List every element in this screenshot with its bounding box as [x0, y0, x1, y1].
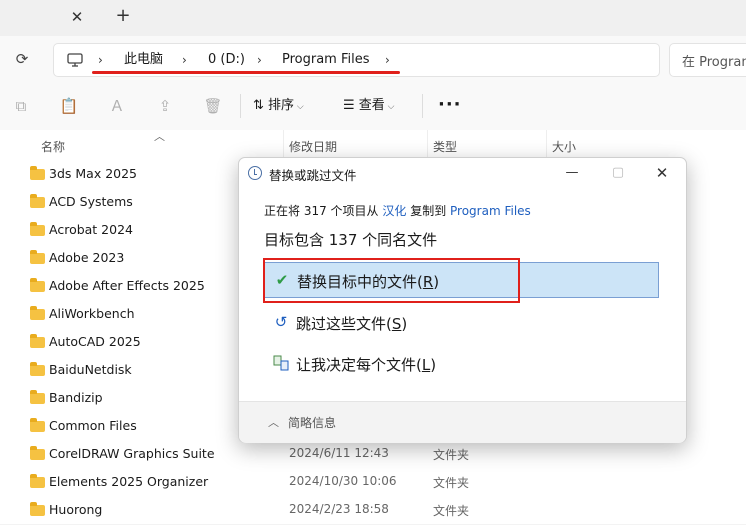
breadcrumb-this-pc[interactable]: 此电脑	[124, 51, 163, 69]
file-name: Elements 2025 Organizer	[49, 474, 209, 489]
fewer-details-toggle[interactable]: 简略信息	[288, 414, 336, 431]
table-row[interactable]: CorelDRAW Graphics Suite 2024/6/11 12:43 文…	[0, 441, 746, 469]
view-button[interactable]: ☰ 查看 ⌵	[343, 96, 395, 116]
file-type: 文件夹	[433, 476, 470, 490]
folder-icon	[30, 502, 45, 516]
breadcrumb-chevron-icon[interactable]: ›	[98, 51, 103, 69]
file-name: Huorong	[49, 502, 103, 517]
folder-icon	[30, 418, 45, 432]
file-name: AliWorkbench	[49, 306, 135, 321]
toolbar-divider	[422, 94, 423, 118]
sort-icon: ⇅	[253, 98, 269, 113]
decide-each-option[interactable]: 让我决定每个文件(L)	[263, 346, 659, 382]
file-name: AutoCAD 2025	[49, 334, 141, 349]
column-header-size[interactable]: 大小	[552, 136, 576, 158]
file-name: Adobe After Effects 2025	[49, 278, 205, 293]
chevron-down-icon: ⌵	[294, 102, 304, 112]
folder-icon	[30, 222, 45, 236]
dialog-title: 替换或跳过文件	[269, 168, 357, 183]
folder-icon	[30, 446, 45, 460]
file-name: Common Files	[49, 418, 137, 433]
maximize-icon[interactable]: ▢	[608, 163, 628, 183]
file-name: 3ds Max 2025	[49, 166, 138, 181]
tab-strip: ✕ +	[0, 0, 746, 36]
folder-icon	[30, 278, 45, 292]
file-modified-date: 2024/10/30 10:06	[289, 474, 397, 488]
close-icon[interactable]: ✕	[652, 163, 672, 183]
delete-icon[interactable]: 🗑	[203, 96, 223, 116]
folder-icon	[30, 250, 45, 264]
column-divider[interactable]	[427, 130, 428, 158]
column-divider[interactable]	[283, 130, 284, 158]
dialog-footer: ︿ 简略信息	[239, 401, 686, 443]
conflict-summary: 目标包含 137 个同名文件	[264, 231, 438, 249]
file-name: Bandizip	[49, 390, 103, 405]
search-input[interactable]: 在 Program	[682, 51, 746, 70]
file-name: ACD Systems	[49, 194, 133, 209]
tab-close-icon[interactable]: ✕	[68, 8, 86, 26]
search-box[interactable]: 在 Program	[669, 43, 746, 77]
destination-folder-link[interactable]: Program Files	[450, 204, 531, 218]
file-name: BaiduNetdisk	[49, 362, 132, 377]
file-name: CorelDRAW Graphics Suite	[49, 446, 215, 461]
share-icon[interactable]: ⇪	[155, 96, 175, 116]
paste-icon[interactable]: 📋	[59, 96, 79, 116]
new-tab-icon[interactable]: +	[113, 6, 133, 26]
skip-files-option[interactable]: ↺ 跳过这些文件(S)	[263, 305, 659, 341]
clock-icon	[248, 166, 262, 180]
column-header-modified[interactable]: 修改日期	[289, 136, 337, 158]
rename-icon[interactable]: Ａ	[107, 96, 127, 116]
chevron-down-icon: ⌵	[384, 102, 395, 112]
breadcrumb-chevron-icon[interactable]: ›	[182, 51, 187, 69]
folder-icon	[30, 474, 45, 488]
file-name: Adobe 2023	[49, 250, 125, 265]
column-header-name[interactable]: 名称	[41, 136, 65, 158]
cut-icon[interactable]: ⧉	[11, 96, 31, 116]
folder-icon	[30, 166, 45, 180]
breadcrumb-chevron-icon[interactable]: ›	[257, 51, 262, 69]
minimize-icon[interactable]: —	[562, 163, 582, 183]
column-divider[interactable]	[546, 130, 547, 158]
folder-icon	[30, 306, 45, 320]
compare-files-icon	[273, 355, 289, 371]
file-type: 文件夹	[433, 448, 470, 462]
file-modified-date: 2024/6/11 12:43	[289, 446, 389, 460]
command-bar: ⧉ 📋 Ａ ⇪ 🗑 ⇅ 排序 ⌵ ☰ 查看 ⌵ ···	[0, 82, 746, 131]
file-type: 文件夹	[433, 504, 470, 518]
toolbar-divider	[240, 94, 241, 118]
copy-progress-text: 正在将 317 个项目从 汉化 复制到 Program Files	[264, 204, 531, 218]
skip-arrow-icon: ↺	[274, 313, 288, 331]
file-modified-date: 2024/2/23 18:58	[289, 502, 389, 516]
dialog-titlebar[interactable]: 替换或跳过文件 — ▢ ✕	[239, 158, 686, 188]
source-folder-link[interactable]: 汉化	[382, 204, 406, 218]
sort-up-icon: ︿	[154, 130, 165, 143]
file-name: Acrobat 2024	[49, 222, 133, 237]
breadcrumb-program-files[interactable]: Program Files	[282, 51, 370, 69]
folder-icon	[30, 334, 45, 348]
folder-icon	[30, 194, 45, 208]
chevron-up-icon[interactable]: ︿	[268, 414, 279, 430]
table-row[interactable]: Elements 2025 Organizer 2024/10/30 10:06 文…	[0, 469, 746, 497]
address-row: ⟳ › 此电脑 › 0 (D:) › Program Files › 在 Pro…	[0, 36, 746, 83]
breadcrumb-drive-d[interactable]: 0 (D:)	[208, 51, 245, 69]
sort-button[interactable]: ⇅ 排序 ⌵	[253, 96, 304, 116]
folder-icon	[30, 390, 45, 404]
more-options-button[interactable]: ···	[438, 94, 462, 115]
annotation-highlight-box	[263, 258, 520, 303]
annotation-underline	[92, 71, 400, 74]
table-row[interactable]: Huorong 2024/2/23 18:58 文件夹	[0, 497, 746, 525]
view-icon: ☰	[343, 98, 359, 113]
breadcrumb-chevron-icon[interactable]: ›	[385, 51, 390, 69]
folder-icon	[30, 362, 45, 376]
column-header-type[interactable]: 类型	[433, 136, 457, 158]
refresh-icon[interactable]: ⟳	[12, 49, 32, 69]
computer-icon	[67, 53, 83, 67]
